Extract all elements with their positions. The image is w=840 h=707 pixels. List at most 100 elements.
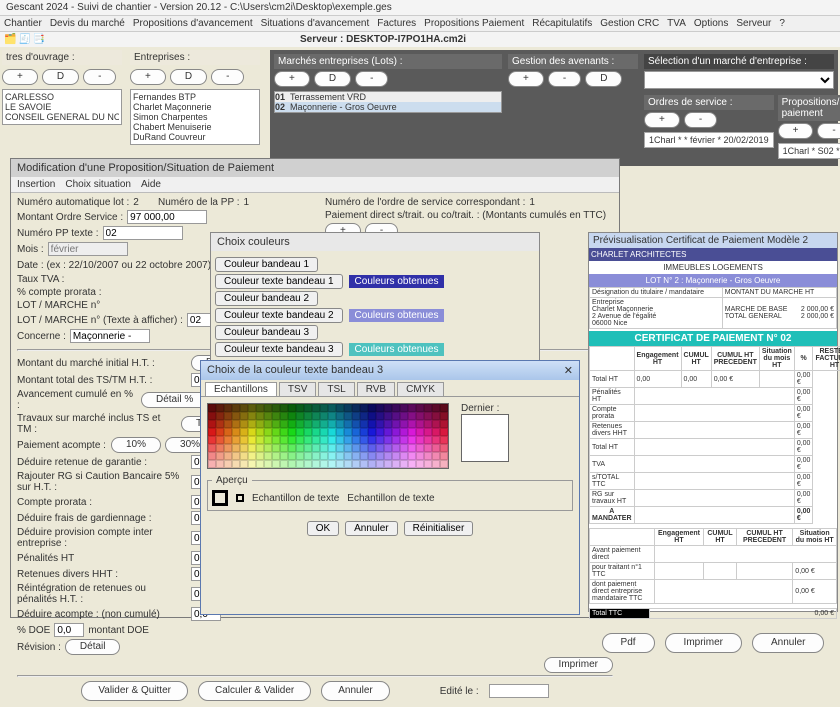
preview-pane: Prévisualisation Certificat de Paiement … bbox=[588, 232, 838, 612]
preview-annuler-button[interactable]: Annuler bbox=[752, 633, 824, 653]
reintegration-label: Réintégration de retenues ou pénalités H… bbox=[17, 583, 187, 605]
menu-prop-avancement[interactable]: Propositions d'avancement bbox=[133, 18, 253, 29]
lot-row[interactable]: 01 Terrassement VRD bbox=[275, 92, 501, 102]
close-icon[interactable]: ✕ bbox=[564, 364, 573, 377]
ent-item[interactable]: Simon Charpentes bbox=[133, 112, 257, 122]
deduire-prov-label: Déduire provision compte inter entrepris… bbox=[17, 527, 187, 549]
mt-ordre-label: Montant Ordre Service : bbox=[17, 212, 123, 223]
edite-label: Edité le : bbox=[440, 686, 479, 697]
toolbar-icon-2[interactable]: 🧾 bbox=[18, 34, 30, 45]
edite-input[interactable] bbox=[489, 684, 549, 698]
ordre-chip[interactable]: 1Charl * * février * 20/02/2019 bbox=[644, 132, 774, 148]
palette-grid[interactable] bbox=[207, 403, 449, 469]
menu-tva[interactable]: TVA bbox=[667, 18, 686, 29]
avenants-label: Gestion des avenants : bbox=[508, 54, 638, 69]
couleur-b2-button[interactable]: Couleur bandeau 2 bbox=[215, 291, 318, 306]
ent-item[interactable]: Fernandes BTP bbox=[133, 92, 257, 102]
owners-dup-button[interactable]: D bbox=[42, 69, 79, 85]
owners-item[interactable]: CONSEIL GENERAL DU NORD bbox=[5, 112, 119, 122]
picker-ok-button[interactable]: OK bbox=[307, 521, 339, 536]
menu-options[interactable]: Options bbox=[694, 18, 728, 29]
owners-add-button[interactable]: + bbox=[2, 69, 38, 85]
num-ordre-value: 1 bbox=[529, 197, 535, 208]
detail-button[interactable]: Détail bbox=[65, 639, 121, 655]
imprimer-button[interactable]: Imprimer bbox=[544, 657, 613, 673]
menu-sit-avancement[interactable]: Situations d'avancement bbox=[261, 18, 370, 29]
menu-recap[interactable]: Récapitulatifs bbox=[532, 18, 592, 29]
marche-select[interactable] bbox=[644, 71, 834, 89]
menu-factures[interactable]: Factures bbox=[377, 18, 416, 29]
ordres-add-button[interactable]: + bbox=[644, 112, 680, 128]
ent-item[interactable]: DuRand Couvreur bbox=[133, 132, 257, 142]
tab-cmyk[interactable]: CMYK bbox=[397, 382, 444, 396]
preview-imprimer-button[interactable]: Imprimer bbox=[665, 633, 742, 653]
concerne-input[interactable] bbox=[70, 329, 150, 343]
tab-tsl[interactable]: TSL bbox=[318, 382, 354, 396]
num-pp-txt-input[interactable] bbox=[103, 226, 183, 240]
props-add-button[interactable]: + bbox=[778, 123, 814, 139]
menu-chantier[interactable]: Chantier bbox=[4, 18, 42, 29]
window-title: Gescant 2024 - Suivi de chantier - Versi… bbox=[0, 0, 840, 16]
prop-menu-insertion[interactable]: Insertion bbox=[17, 179, 55, 190]
props-del-button[interactable]: - bbox=[817, 123, 840, 139]
ent-add-button[interactable]: + bbox=[130, 69, 166, 85]
tab-tsv[interactable]: TSV bbox=[279, 382, 316, 396]
couleur-tb3-button[interactable]: Couleur texte bandeau 3 bbox=[215, 342, 343, 357]
prop-chip[interactable]: 1Charl * S02 * L2 * février * 20/0 bbox=[778, 143, 840, 159]
detail-pct-button[interactable]: Détail % bbox=[141, 392, 208, 408]
couleur-b3-button[interactable]: Couleur bandeau 3 bbox=[215, 325, 318, 340]
tab-rvb[interactable]: RVB bbox=[357, 382, 395, 396]
ent-del-button[interactable]: - bbox=[211, 69, 244, 85]
preview-pdf-button[interactable]: Pdf bbox=[602, 633, 655, 653]
mois-input[interactable] bbox=[48, 242, 128, 256]
couleur-b1-button[interactable]: Couleur bandeau 1 bbox=[215, 257, 318, 272]
picker-reset-button[interactable]: Réinitialiser bbox=[404, 521, 474, 536]
prop-menu-aide[interactable]: Aide bbox=[141, 179, 161, 190]
tab-echantillons[interactable]: Echantillons bbox=[205, 382, 277, 396]
ent-item[interactable]: Charlet Maçonnerie bbox=[133, 102, 257, 112]
menu-serveur[interactable]: Serveur bbox=[736, 18, 771, 29]
calculer-valider-button[interactable]: Calculer & Valider bbox=[198, 681, 311, 701]
ent-dup-button[interactable]: D bbox=[170, 69, 207, 85]
menu-prop-paiement[interactable]: Propositions Paiement bbox=[424, 18, 524, 29]
prop-annuler-button[interactable]: Annuler bbox=[321, 681, 389, 701]
ordres-del-button[interactable]: - bbox=[684, 112, 717, 128]
avenants-add-button[interactable]: + bbox=[508, 71, 544, 87]
owners-item[interactable]: CARLESSO bbox=[5, 92, 119, 102]
marche-sel-label: Sélection d'un marché d'entreprise : bbox=[644, 54, 834, 69]
lots-del-button[interactable]: - bbox=[355, 71, 388, 87]
deduire-acompte-label: Déduire acompte : (non cumulé) bbox=[17, 609, 187, 620]
couleur-tb2-button[interactable]: Couleur texte bandeau 2 bbox=[215, 308, 343, 323]
num-pp-value: 1 bbox=[244, 197, 250, 208]
couleurs-dialog: Choix couleurs Couleur bandeau 1 Couleur… bbox=[210, 232, 540, 372]
mt-ordre-input[interactable] bbox=[127, 210, 207, 224]
owners-list[interactable]: CARLESSO LE SAVOIE CONSEIL GENERAL DU NO… bbox=[2, 89, 122, 125]
menu-help[interactable]: ? bbox=[779, 18, 785, 29]
avancement-label: Avancement cumulé en % : bbox=[17, 389, 137, 411]
toolbar-icon-1[interactable]: 🗂️ bbox=[4, 34, 16, 45]
owners-del-button[interactable]: - bbox=[83, 69, 116, 85]
prop-menu-choix[interactable]: Choix situation bbox=[65, 179, 131, 190]
props-label: Propositions/Situations de paiement bbox=[778, 95, 840, 121]
entreprises-list[interactable]: Fernandes BTP Charlet Maçonnerie Simon C… bbox=[130, 89, 260, 145]
valider-quitter-button[interactable]: Valider & Quitter bbox=[81, 681, 188, 701]
owners-item[interactable]: LE SAVOIE bbox=[5, 102, 119, 112]
avenants-dup-button[interactable]: D bbox=[585, 71, 622, 87]
picker-annuler-button[interactable]: Annuler bbox=[345, 521, 397, 536]
menu-crc[interactable]: Gestion CRC bbox=[600, 18, 659, 29]
toolbar-icon-3[interactable]: 📑 bbox=[33, 34, 45, 45]
concerne-label: Concerne : bbox=[17, 331, 66, 342]
lot-row-selected[interactable]: 02 Maçonnerie - Gros Oeuvre bbox=[275, 102, 501, 112]
picker-title: Choix de la couleur texte bandeau 3 bbox=[207, 364, 383, 377]
menu-devis[interactable]: Devis du marché bbox=[50, 18, 125, 29]
server-label: Serveur : DESKTOP-I7PO1HA.cm2i bbox=[300, 34, 466, 45]
lots-dup-button[interactable]: D bbox=[314, 71, 351, 87]
p10-button[interactable]: 10% bbox=[111, 437, 161, 453]
avenants-del-button[interactable]: - bbox=[548, 71, 581, 87]
doe-input[interactable] bbox=[54, 623, 84, 637]
lots-add-button[interactable]: + bbox=[274, 71, 310, 87]
couleur-tb1-button[interactable]: Couleur texte bandeau 1 bbox=[215, 274, 343, 289]
travaux-label: Travaux sur marché inclus TS et TM : bbox=[17, 413, 177, 435]
ent-item[interactable]: Chabert Menuiserie bbox=[133, 122, 257, 132]
num-pp-label: Numéro de la PP : bbox=[158, 197, 240, 208]
